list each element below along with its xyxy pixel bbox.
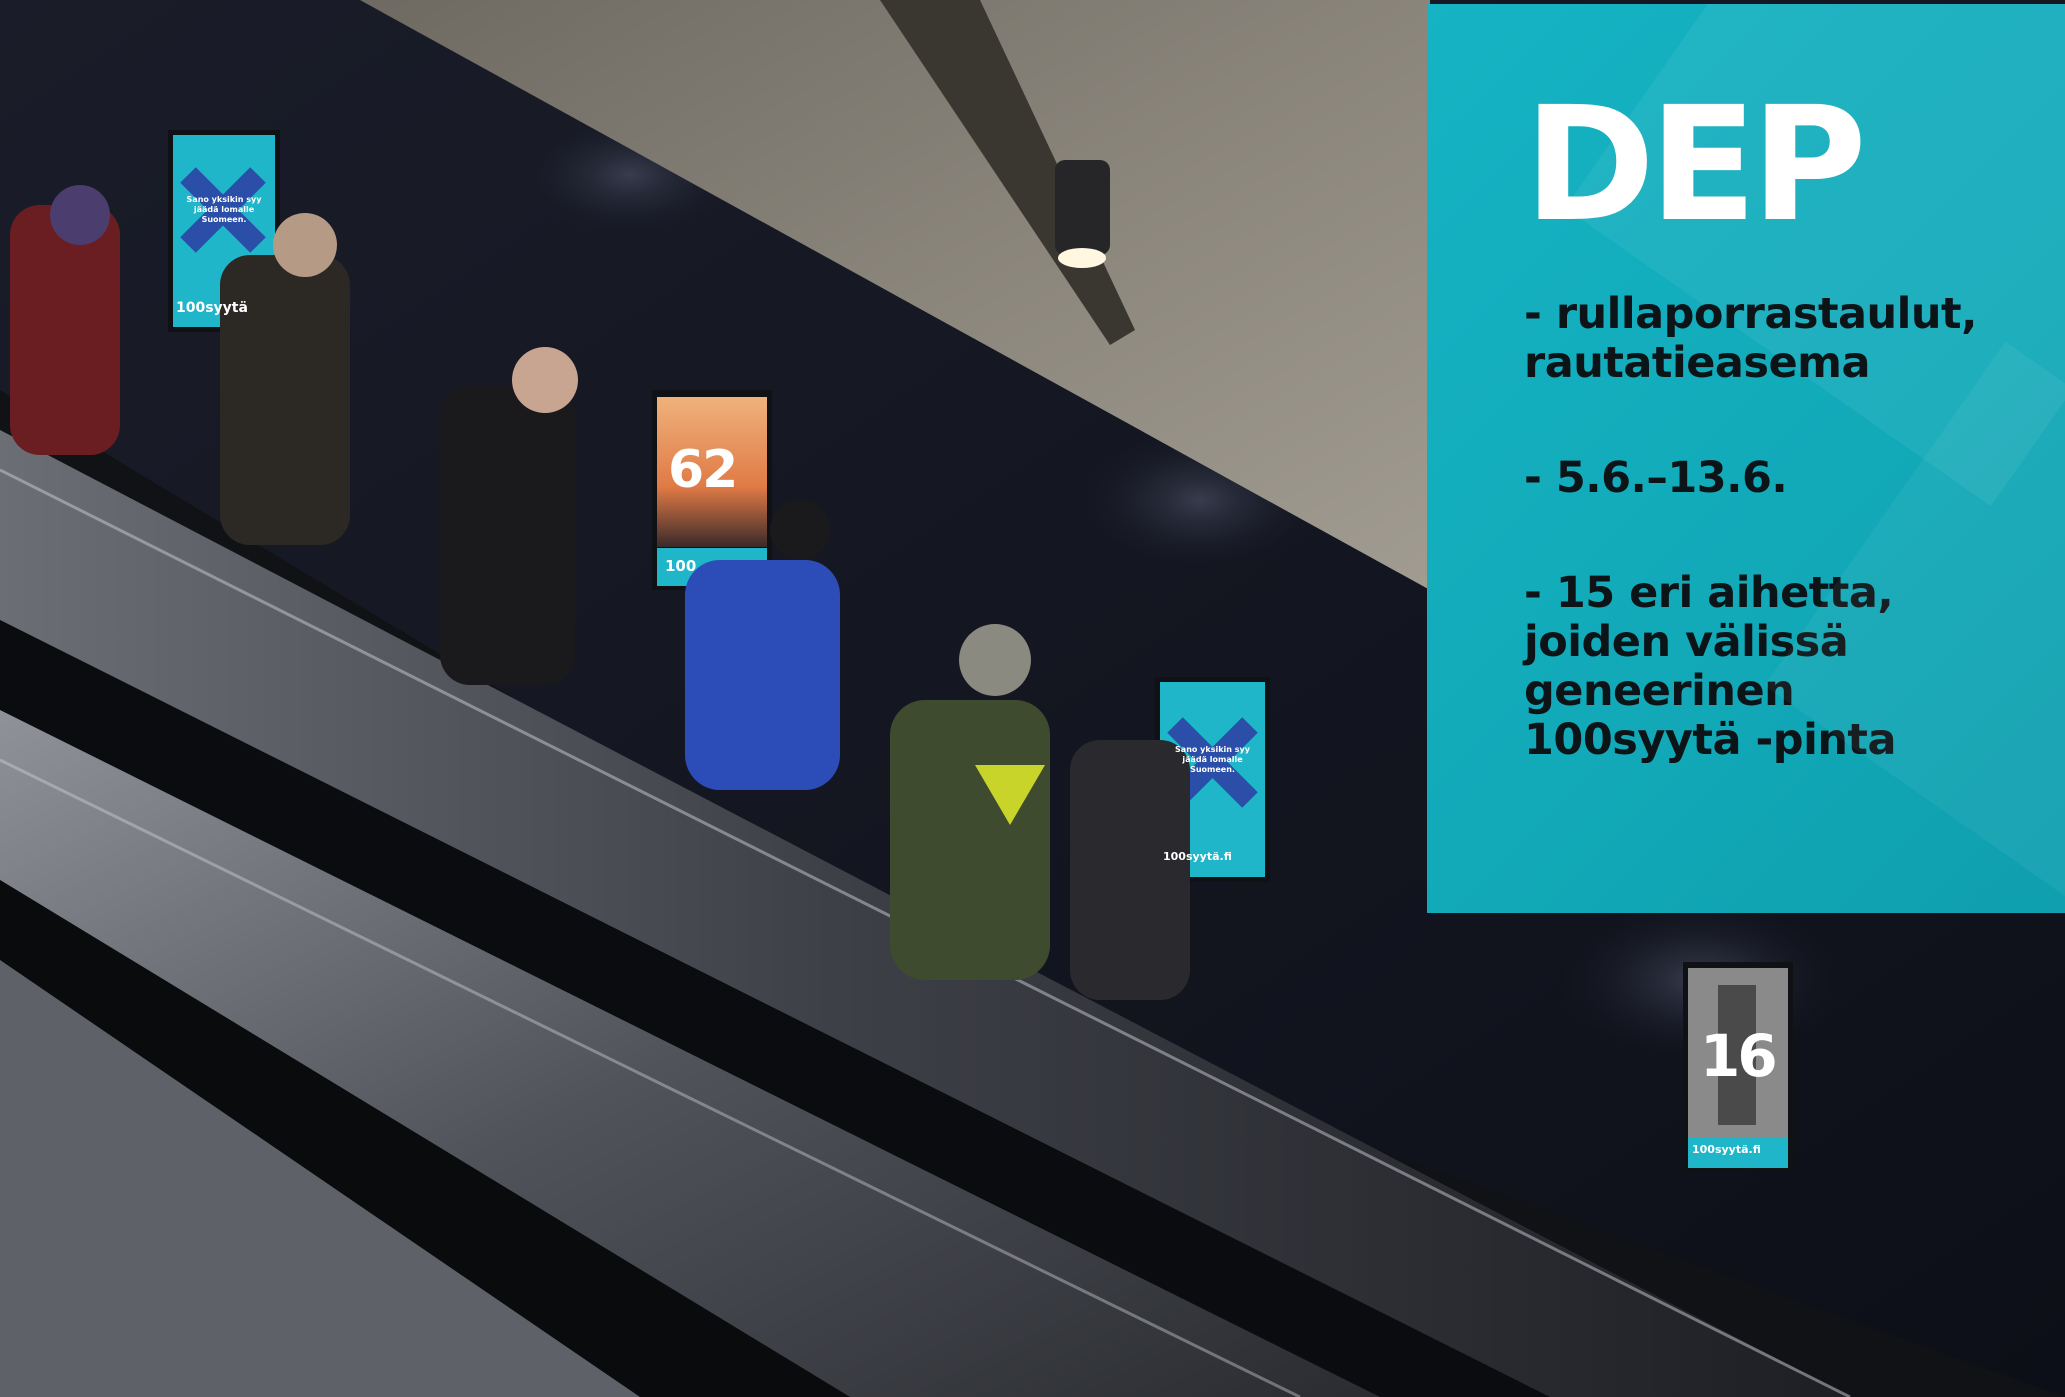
poster-2-brand: 100 (665, 557, 697, 575)
lamp-glow (1058, 248, 1106, 268)
ceiling-lamp (1055, 160, 1110, 255)
bullet-dates: - 5.6.–13.6. (1524, 453, 1788, 503)
poster-1-text: Sano yksikin syy jäädä lomalle Suomeen. (186, 195, 262, 224)
bullet-topics: - 15 eri aihetta, joiden välissä geneeri… (1524, 568, 1897, 765)
person (220, 255, 350, 545)
poster-3-text: Sano yksikin syy jäädä lomalle Suomeen. (1175, 745, 1250, 774)
info-bullet-list: - rullaporrastaulut, rautatieasema - 5.6… (1524, 290, 2044, 831)
panel-title: DEP (1524, 73, 1867, 257)
info-panel: DEP - rullaporrastaulut, rautatieasema -… (1427, 4, 2065, 913)
poster-1-brand: 100syytä (176, 300, 248, 316)
poster-3-brand: 100syytä.fi (1163, 850, 1232, 863)
person (10, 205, 120, 455)
poster-4-number: 16 (1700, 1022, 1778, 1090)
poster-4-brand: 100syytä.fi (1692, 1143, 1761, 1156)
person (890, 700, 1050, 980)
person (685, 560, 840, 790)
person (440, 385, 575, 685)
person (1070, 740, 1190, 1000)
poster-2-number: 62 (668, 440, 738, 500)
bullet-location: - rullaporrastaulut, rautatieasema (1524, 289, 1977, 388)
